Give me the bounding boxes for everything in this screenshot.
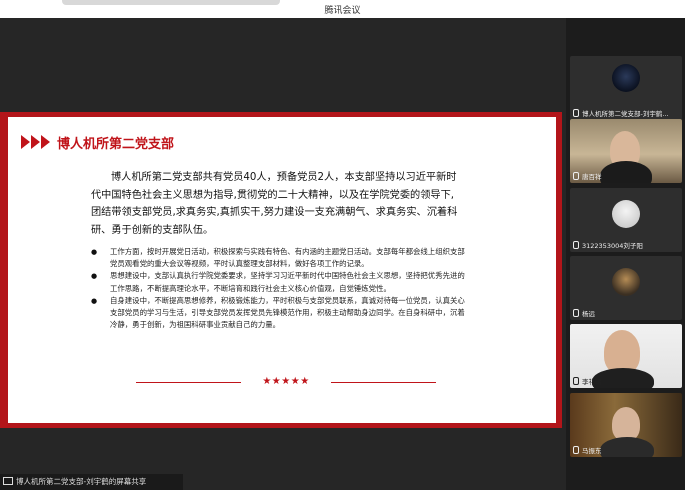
shared-screen-stage: 博人机所第二党支部 博人机所第二党支部共有党员40人，预备党员2人，本支部坚持以… bbox=[0, 18, 566, 490]
microphone-icon bbox=[573, 309, 579, 317]
screen-share-label: 博人机所第二党支部-刘宇鹤的屏幕共享 bbox=[0, 474, 183, 490]
participant-tile[interactable]: 唐百祥 bbox=[570, 119, 682, 183]
avatar bbox=[612, 64, 640, 92]
avatar bbox=[612, 200, 640, 228]
microphone-icon bbox=[573, 377, 579, 385]
avatar bbox=[612, 268, 640, 296]
slide-intro-paragraph: 博人机所第二党支部共有党员40人，预备党员2人，本支部坚持以习近平新时代中国特色… bbox=[91, 172, 458, 236]
microphone-icon bbox=[573, 172, 579, 180]
slide-canvas: 博人机所第二党支部 博人机所第二党支部共有党员40人，预备党员2人，本支部坚持以… bbox=[8, 117, 556, 423]
microphone-icon bbox=[573, 446, 579, 454]
title-bar: 腾讯会议 bbox=[0, 0, 685, 18]
bullet-item: ● 工作方面，按时开展党日活动，积极探索与实践有特色、有内涵的主题党日活动。支部每… bbox=[91, 247, 465, 269]
participant-tile[interactable]: 李礼涛 bbox=[570, 324, 682, 388]
participant-tile[interactable]: 马振东 bbox=[570, 393, 682, 457]
participant-tile[interactable]: 博人机所第二党支部-刘宇鹤... bbox=[570, 56, 682, 120]
slide-header: 博人机所第二党支部 bbox=[21, 132, 174, 152]
shared-slide: 博人机所第二党支部 博人机所第二党支部共有党员40人，预备党员2人，本支部坚持以… bbox=[0, 112, 562, 428]
participant-sidebar[interactable]: 博人机所第二党支部-刘宇鹤... 唐百祥 3122353004刘子阳 杨远 李礼… bbox=[566, 18, 685, 490]
bullet-item: ● 思想建设中，支部认真执行学院党委要求，坚持学习习近平新时代中国特色社会主义思想… bbox=[91, 271, 465, 293]
participant-tile[interactable]: 杨远 bbox=[570, 256, 682, 320]
window-title: 腾讯会议 bbox=[324, 6, 361, 16]
monitor-icon bbox=[573, 109, 579, 117]
participant-tile[interactable]: 3122353004刘子阳 bbox=[570, 188, 682, 252]
video-feed bbox=[612, 407, 640, 441]
chevron-right-icon bbox=[21, 135, 51, 149]
star-divider: ★★★★★ bbox=[136, 376, 436, 390]
microphone-icon bbox=[573, 241, 579, 249]
monitor-icon bbox=[3, 477, 13, 485]
slide-title: 博人机所第二党支部 bbox=[57, 136, 175, 152]
slide-bullet-list: ● 工作方面，按时开展党日活动，积极探索与实践有特色、有内涵的主题党日活动。支部每… bbox=[91, 246, 471, 331]
bullet-item: ● 自身建设中，不断提高思想修养，积极锻炼能力，平时积极与支部党员联系，真诚对待每… bbox=[91, 295, 465, 330]
